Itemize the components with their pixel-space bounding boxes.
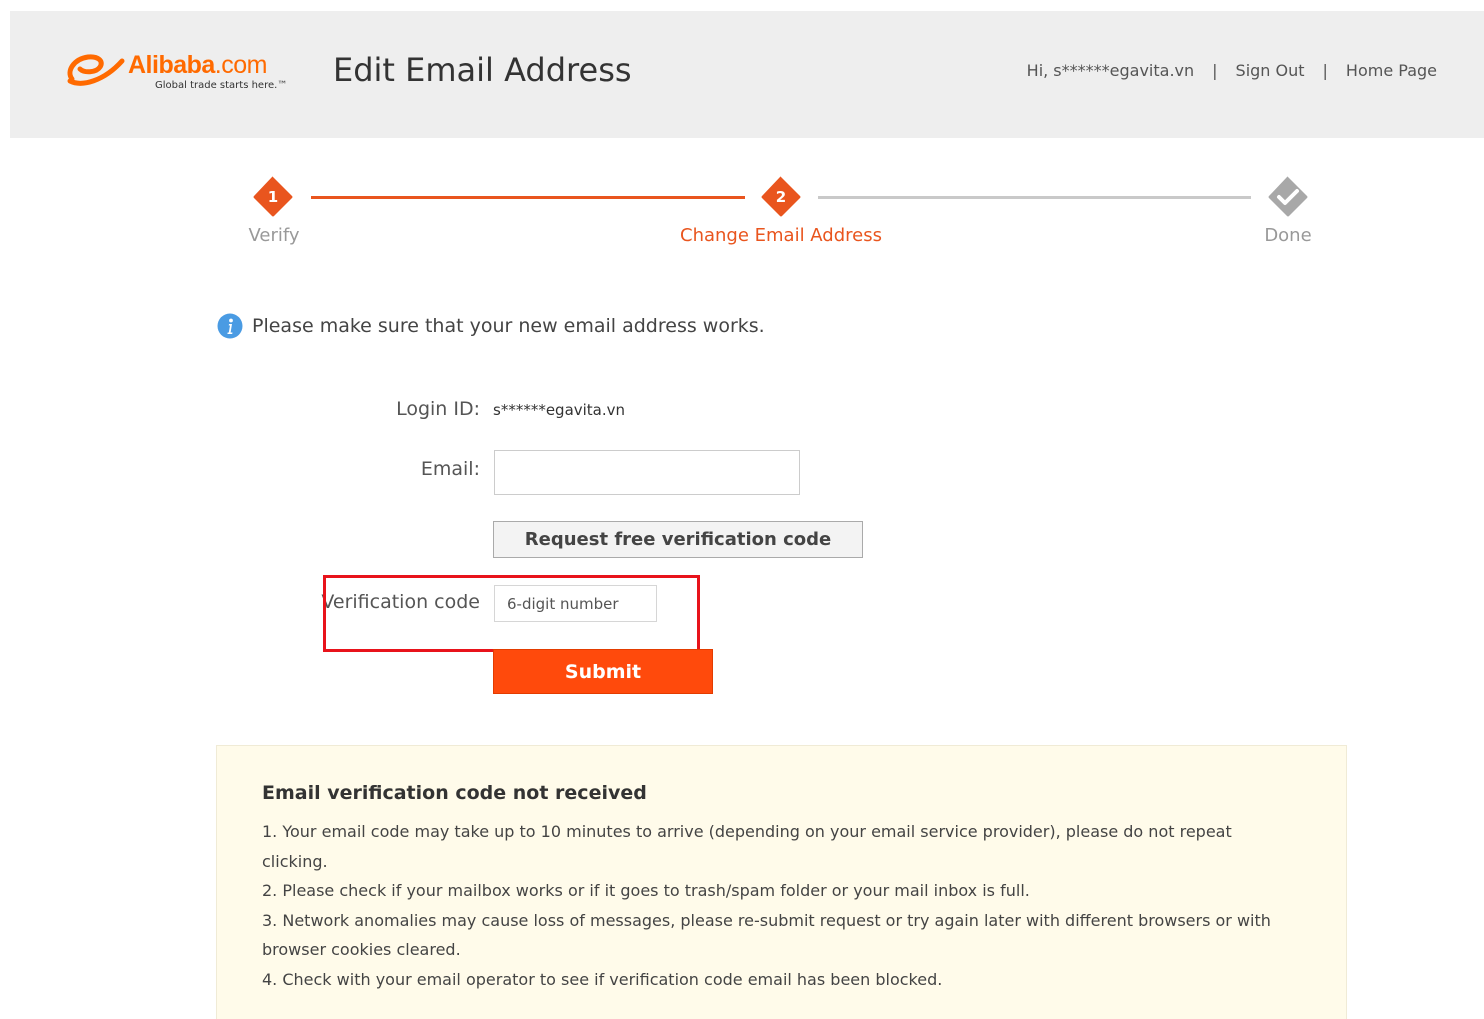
sign-out-link[interactable]: Sign Out <box>1236 61 1305 80</box>
step-connector-pending <box>818 196 1251 199</box>
email-label: Email: <box>420 458 480 480</box>
alibaba-logo[interactable]: Alibaba.com Global trade starts here.™ <box>64 49 324 105</box>
top-nav: Hi, s******egavita.vn | Sign Out | Home … <box>1027 61 1437 80</box>
step-label-verify: Verify <box>248 225 300 246</box>
checkmark-diamond-icon <box>1268 176 1308 217</box>
home-page-link[interactable]: Home Page <box>1346 61 1437 80</box>
login-id-label: Login ID: <box>396 398 480 420</box>
step-connector-completed <box>311 196 745 199</box>
page-title: Edit Email Address <box>333 51 632 89</box>
request-code-button[interactable]: Request free verification code <box>493 521 863 558</box>
step-1-marker: 1 <box>251 175 295 219</box>
step-2-number: 2 <box>775 188 787 206</box>
help-panel: Email verification code not received 1. … <box>216 745 1347 1019</box>
nav-separator: | <box>1212 61 1218 80</box>
step-1-number: 1 <box>267 188 279 206</box>
user-greeting-link[interactable]: Hi, s******egavita.vn <box>1027 61 1194 80</box>
notice-text: Please make sure that your new email add… <box>252 315 765 337</box>
notice-message: Please make sure that your new email add… <box>217 313 765 339</box>
step-label-done: Done <box>1264 225 1312 246</box>
page-header: Alibaba.com Global trade starts here.™ E… <box>10 11 1484 138</box>
logo-wordmark: Alibaba.com <box>128 51 267 79</box>
verification-code-input[interactable] <box>494 585 657 622</box>
help-list: 1. Your email code may take up to 10 min… <box>262 817 1302 995</box>
step-label-change-email: Change Email Address <box>680 225 882 246</box>
verification-code-label: Verification code <box>321 591 480 613</box>
alibaba-smile-icon <box>67 54 125 86</box>
help-title: Email verification code not received <box>262 782 647 804</box>
help-item: 1. Your email code may take up to 10 min… <box>262 822 1232 871</box>
login-id-value: s******egavita.vn <box>493 401 626 419</box>
nav-separator: | <box>1322 61 1328 80</box>
help-item: 3. Network anomalies may cause loss of m… <box>262 910 1271 960</box>
submit-button[interactable]: Submit <box>493 649 713 694</box>
step-2-marker: 2 <box>759 175 803 219</box>
help-item: 2. Please check if your mailbox works or… <box>262 881 1030 901</box>
info-icon <box>217 313 243 339</box>
step-3-marker <box>1266 175 1310 219</box>
logo-tagline: Global trade starts here.™ <box>155 80 288 91</box>
help-item: 4. Check with your email operator to see… <box>262 969 943 989</box>
email-input[interactable] <box>494 450 800 495</box>
